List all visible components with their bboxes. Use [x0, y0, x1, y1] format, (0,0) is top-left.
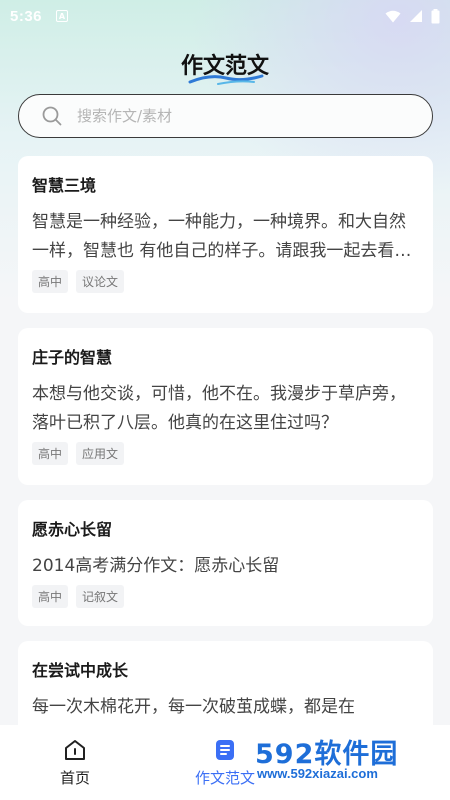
nav-home[interactable]: 首页: [0, 725, 150, 800]
article-title: 智慧三境: [32, 176, 97, 195]
article-title: 在尝试中成长: [32, 661, 129, 680]
article-title: 愿赤心长留: [32, 520, 113, 539]
tag-genre: 应用文: [76, 442, 125, 465]
tag-grade: 高中: [32, 270, 69, 293]
article-excerpt: 本想与他交谈，可惜，他不在。我漫步于草庐旁，落叶已积了八层。他真的在这里住过吗？: [32, 384, 406, 433]
title-underline-swoosh: [188, 74, 264, 85]
search-icon: [42, 106, 62, 126]
watermark-url: www.592xiazai.com: [257, 766, 378, 781]
article-tags: 高中 记叙文: [32, 585, 419, 608]
article-tags: 高中 议论文: [32, 270, 419, 293]
status-bar: 5:36 A: [0, 0, 450, 32]
article-card[interactable]: 愿赤心长留 2014高考满分作文：愿赤心长留 高中 记叙文: [18, 500, 433, 626]
tag-grade: 高中: [32, 585, 69, 608]
article-excerpt: 智慧是一种经验，一种能力，一种境界。和大自然一样，智慧也 有他自己的样子。请跟我…: [32, 212, 412, 261]
tag-genre: 记叙文: [76, 585, 125, 608]
tag-grade: 高中: [32, 442, 69, 465]
watermark-logo: 592软件园 www.592xiazai.com: [245, 730, 450, 790]
home-icon: [65, 740, 85, 760]
search-bar[interactable]: [18, 94, 433, 138]
article-excerpt: 2014高考满分作文：愿赤心长留: [32, 556, 280, 576]
article-card[interactable]: 智慧三境 智慧是一种经验，一种能力，一种境界。和大自然一样，智慧也 有他自己的样…: [18, 156, 433, 313]
article-tags: 高中 应用文: [32, 442, 419, 465]
wifi-icon: [385, 10, 401, 22]
battery-icon: [431, 8, 440, 23]
article-excerpt: 每一次木棉花开，每一次破茧成蝶，都是在: [32, 697, 355, 717]
signal-icon: [410, 10, 422, 22]
search-input[interactable]: [77, 107, 377, 125]
document-icon: [216, 740, 234, 760]
article-card[interactable]: 庄子的智慧 本想与他交谈，可惜，他不在。我漫步于草庐旁，落叶已积了八层。他真的在…: [18, 328, 433, 485]
status-indicators: [385, 8, 440, 24]
article-title: 庄子的智慧: [32, 348, 113, 367]
status-time: 5:36: [10, 7, 43, 25]
tag-genre: 议论文: [76, 270, 125, 293]
notification-icon: A: [56, 10, 69, 22]
nav-home-label: 首页: [59, 769, 90, 787]
